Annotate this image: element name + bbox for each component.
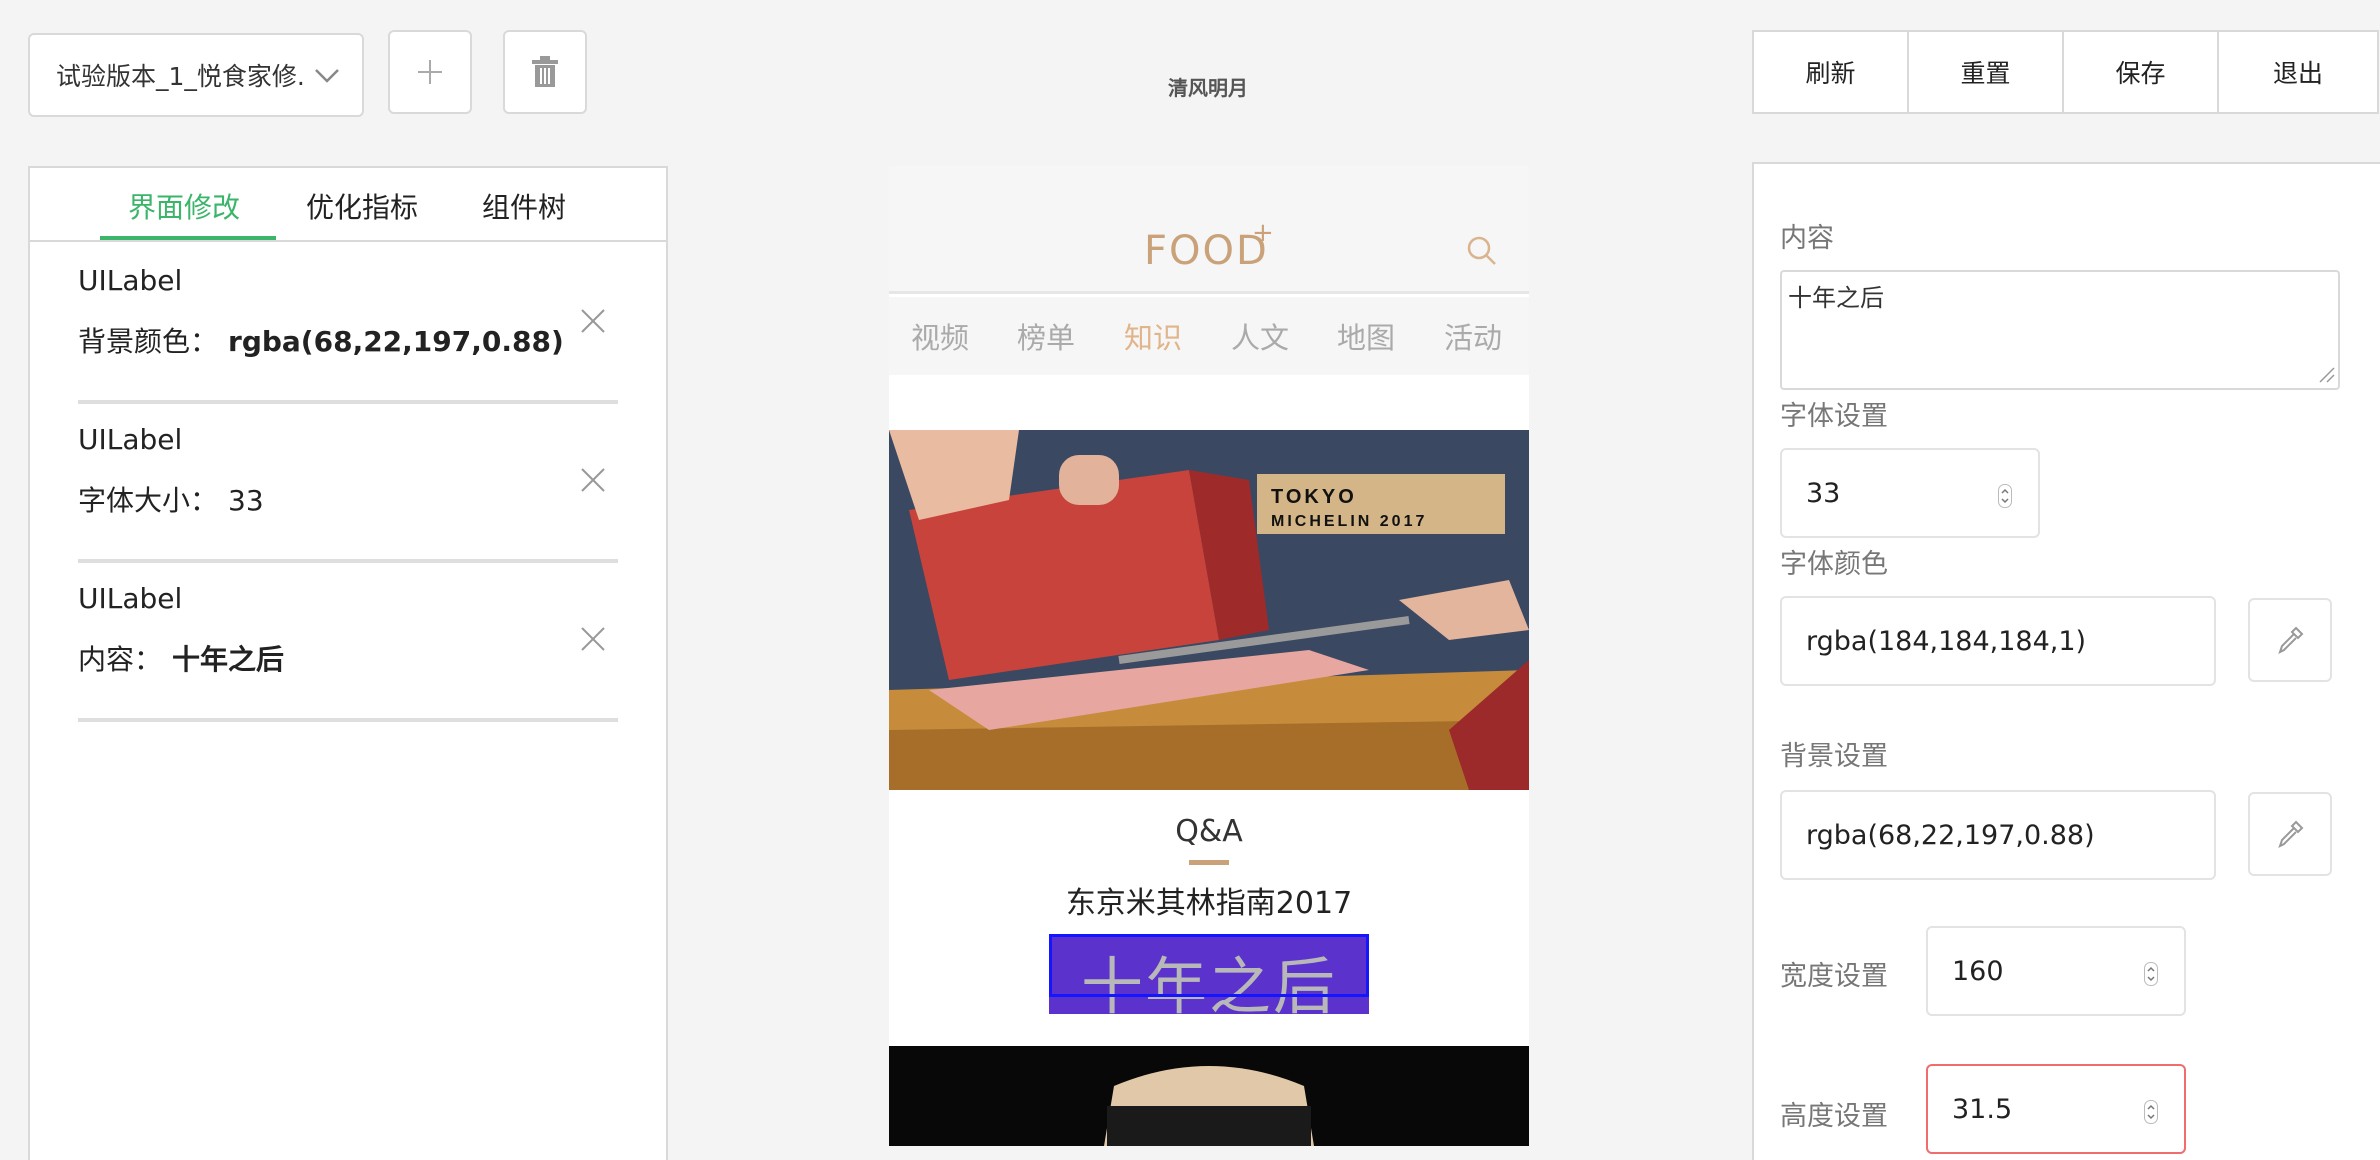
component-type: UILabel: [78, 264, 183, 297]
tab-component-tree[interactable]: 组件树: [482, 186, 566, 226]
close-icon[interactable]: [578, 306, 608, 336]
beer-image: [889, 1046, 1529, 1146]
phone-preview: FOOD + 视频 榜单 知识 人文 地图 活动 TOKYO MICHELIN …: [889, 166, 1529, 1146]
category-events[interactable]: 活动: [1444, 315, 1502, 357]
modification-item: UILabel 内容： 十年之后: [78, 562, 618, 722]
app-logo: FOOD: [1144, 228, 1269, 274]
font-label: 字体设置: [1780, 401, 1888, 432]
selection-outline: [1049, 934, 1369, 997]
plus-icon: [418, 60, 442, 84]
component-type: UILabel: [78, 582, 183, 615]
height-value: 31.5: [1952, 1093, 2013, 1125]
height-stepper[interactable]: 31.5: [1926, 1064, 2186, 1154]
beer-glass-image: [889, 1046, 1529, 1146]
properties-panel: 内容 十年之后 字体设置 33 字体颜色 rgba(184,184,184,1)…: [1752, 162, 2380, 1160]
modification-item: UILabel 背景颜色： rgba(68,22,197,0.88): [78, 244, 618, 404]
modification-item: UILabel 字体大小： 33: [78, 403, 618, 563]
category-bar: 视频 榜单 知识 人文 地图 活动: [889, 297, 1529, 375]
toolbar: 刷新 重置 保存 退出: [1752, 30, 2379, 114]
exit-button[interactable]: 退出: [2219, 32, 2379, 112]
add-button[interactable]: [388, 30, 472, 114]
modification-key: 背景颜色：: [78, 325, 219, 358]
category-ranking[interactable]: 榜单: [1017, 315, 1075, 357]
eyedropper-icon: [2278, 820, 2304, 848]
version-select-value: 试验版本_1_悦食家修...: [56, 62, 304, 91]
article-title: 东京米其林指南2017: [1065, 886, 1353, 921]
modification-line: 内容： 十年之后: [78, 638, 284, 678]
modification-key: 内容：: [78, 643, 163, 676]
bg-color-picker-button[interactable]: [2248, 792, 2332, 876]
save-button[interactable]: 保存: [2064, 32, 2219, 112]
font-size-stepper[interactable]: 33: [1780, 448, 2040, 538]
modification-line: 背景颜色： rgba(68,22,197,0.88): [78, 320, 564, 360]
close-icon[interactable]: [578, 465, 608, 495]
font-color-value: rgba(184,184,184,1): [1806, 625, 2087, 657]
eyedropper-icon: [2278, 626, 2304, 654]
delete-button[interactable]: [503, 30, 587, 114]
modification-line: 字体大小： 33: [78, 479, 264, 519]
tab-optimization-metrics[interactable]: 优化指标: [306, 186, 418, 226]
active-tab-indicator: [100, 236, 276, 240]
font-color-input[interactable]: rgba(184,184,184,1): [1780, 596, 2216, 686]
resize-grip-icon[interactable]: [2318, 366, 2336, 384]
tab-ui-modify[interactable]: 界面修改: [128, 186, 240, 226]
hero-badge-line1: TOKYO: [1271, 486, 1357, 508]
modification-value: 33: [228, 484, 264, 517]
modification-key: 字体大小：: [78, 484, 219, 517]
font-color-label: 字体颜色: [1780, 549, 1888, 580]
component-type: UILabel: [78, 423, 183, 456]
category-video[interactable]: 视频: [911, 315, 969, 357]
hero-badge-line2: MICHELIN 2017: [1271, 513, 1427, 530]
spinner-icon[interactable]: [2144, 962, 2158, 986]
reset-button[interactable]: 重置: [1909, 32, 2064, 112]
spinner-icon[interactable]: [1998, 484, 2012, 508]
hero-image: TOKYO MICHELIN 2017: [889, 430, 1529, 790]
panel-tabs: 界面修改 优化指标 组件树: [30, 168, 666, 242]
category-culture[interactable]: 人文: [1231, 315, 1289, 357]
bg-color-value: rgba(68,22,197,0.88): [1806, 819, 2095, 851]
trash-icon: [532, 56, 558, 87]
height-label: 高度设置: [1780, 1101, 1888, 1132]
modification-panel: 界面修改 优化指标 组件树 UILabel 背景颜色： rgba(68,22,19…: [28, 166, 668, 1160]
category-knowledge[interactable]: 知识: [1124, 315, 1182, 357]
width-value: 160: [1952, 955, 2004, 987]
modification-value: rgba(68,22,197,0.88): [228, 325, 564, 358]
bg-label: 背景设置: [1780, 741, 1888, 772]
logo-plus: +: [1252, 218, 1274, 248]
category-map[interactable]: 地图: [1337, 315, 1395, 357]
chevron-down-icon: [315, 69, 339, 83]
refresh-button[interactable]: 刷新: [1754, 32, 1909, 112]
bg-color-input[interactable]: rgba(68,22,197,0.88): [1780, 790, 2216, 880]
modification-value: 十年之后: [172, 643, 285, 676]
width-stepper[interactable]: 160: [1926, 926, 2186, 1016]
width-label: 宽度设置: [1780, 961, 1888, 992]
font-size-value: 33: [1806, 477, 1841, 509]
version-select[interactable]: 试验版本_1_悦食家修...: [28, 33, 364, 117]
section-underline: [1189, 860, 1229, 865]
spinner-icon[interactable]: [2144, 1100, 2158, 1124]
close-icon[interactable]: [578, 624, 608, 654]
tuna-cutting-image: TOKYO MICHELIN 2017: [889, 430, 1529, 790]
content-textarea[interactable]: 十年之后: [1780, 270, 2340, 390]
page-title: 清风明月: [1168, 76, 1248, 100]
app-header: FOOD +: [889, 166, 1529, 294]
section-title: Q&A: [1175, 814, 1243, 849]
content-label: 内容: [1780, 223, 1834, 254]
selected-uilabel[interactable]: 十年之后: [1049, 934, 1369, 1023]
search-icon[interactable]: [1465, 234, 1499, 268]
font-color-picker-button[interactable]: [2248, 598, 2332, 682]
